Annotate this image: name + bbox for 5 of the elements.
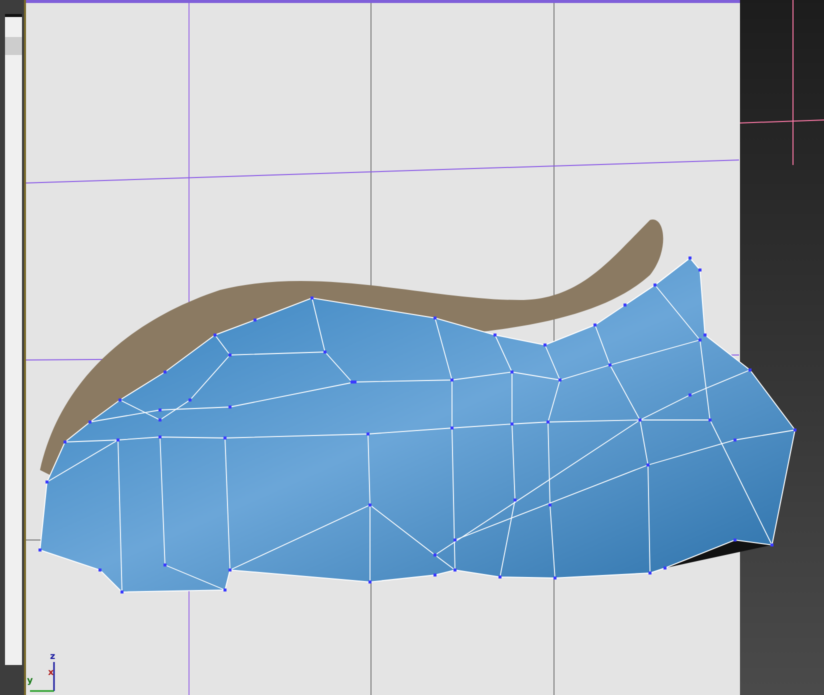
scrollbar[interactable]: [5, 14, 22, 665]
axis-label: y: [27, 677, 33, 686]
scroll-thumb[interactable]: [5, 37, 22, 55]
axis-label: z: [50, 653, 56, 662]
axis-label: x: [48, 669, 54, 678]
